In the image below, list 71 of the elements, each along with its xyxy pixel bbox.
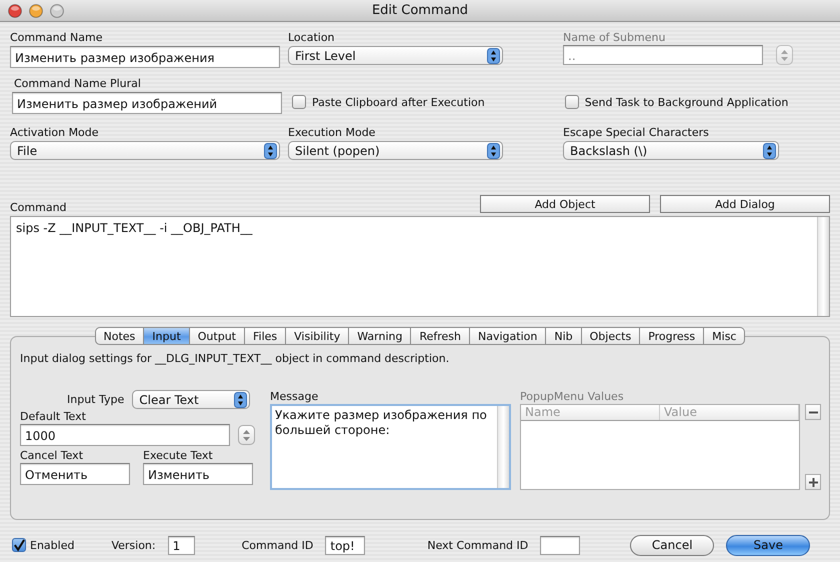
tab[interactable]: Refresh <box>411 327 470 345</box>
field-label: Next Command ID <box>427 538 528 552</box>
text-field[interactable]: top! <box>325 536 366 554</box>
tab[interactable]: Notes <box>94 327 144 345</box>
tab[interactable]: Misc <box>704 327 746 345</box>
text-field[interactable]: Изменить размер изображения <box>10 46 280 68</box>
text-field[interactable]: Изменить <box>143 463 253 485</box>
window-title: Edit Command <box>370 3 470 18</box>
up-down-arrows-icon <box>487 48 500 64</box>
tab[interactable]: Input <box>144 327 190 345</box>
checkbox[interactable] <box>292 95 306 109</box>
up-down-arrows-icon <box>234 392 248 408</box>
field-label: Escape Special Characters <box>563 125 710 140</box>
up-down-arrows-icon <box>264 142 277 158</box>
up-down-arrows-icon <box>243 430 250 440</box>
up-down-arrows-icon <box>763 142 776 158</box>
field-label: Name of Submenu <box>563 30 666 45</box>
text-field[interactable]: 1 <box>168 536 195 554</box>
field-label: Cancel Text <box>20 448 84 463</box>
command-field[interactable]: sips -Z __INPUT_TEXT__ -i __OBJ_PATH__ <box>10 216 830 317</box>
field-label: Default Text <box>20 409 87 424</box>
description-text: Input dialog settings for __DLG_INPUT_TEXT__ object in command description. <box>20 351 450 367</box>
add-button[interactable]: Add Object <box>480 195 650 213</box>
checkbox-label: Send Task to Background Application <box>584 96 788 108</box>
add-button[interactable]: Add Dialog <box>660 195 830 213</box>
field-label: Execute Text <box>143 448 214 463</box>
field-label: Input Type <box>67 392 124 406</box>
field-label: Execution Mode <box>288 125 376 140</box>
tab[interactable]: Warning <box>349 327 412 345</box>
tab[interactable]: Output <box>190 327 245 345</box>
checkmark-icon <box>13 538 25 552</box>
tab[interactable]: Visibility <box>286 327 350 345</box>
text-field[interactable]: Изменить размер изображений <box>12 92 282 114</box>
tab[interactable]: Progress <box>640 327 704 345</box>
checkbox-label: Paste Clipboard after Execution <box>312 96 485 108</box>
tab[interactable]: Nib <box>546 327 582 345</box>
up-down-arrows-icon <box>781 50 788 60</box>
remove-button[interactable] <box>805 404 821 420</box>
field-label: Message <box>270 389 320 404</box>
stepper[interactable] <box>776 45 793 65</box>
scrollbar[interactable] <box>817 217 829 316</box>
field-label: Version: <box>111 538 156 552</box>
dialog-button[interactable]: Cancel <box>630 534 714 556</box>
popup-button[interactable]: File <box>10 141 280 160</box>
text-field[interactable] <box>540 536 580 554</box>
field-label: Command Name Plural <box>13 76 142 91</box>
field-label: Activation Mode <box>10 125 100 140</box>
field-label: Command Name <box>10 30 104 45</box>
checkbox[interactable] <box>12 538 26 552</box>
checkbox-label: Enabled <box>30 538 74 552</box>
up-down-arrows-icon <box>487 142 500 158</box>
text-field[interactable]: 1000 <box>20 424 230 446</box>
stepper[interactable] <box>238 425 255 445</box>
tab[interactable]: Objects <box>582 327 640 345</box>
tab[interactable]: Files <box>244 327 286 345</box>
field-label: PopupMenu Values <box>520 389 625 404</box>
scrollbar[interactable] <box>497 406 509 488</box>
popup-button[interactable]: Backslash (\) <box>563 141 779 160</box>
checkbox[interactable] <box>564 95 579 109</box>
popup-button[interactable]: Clear Text <box>132 390 250 409</box>
text-field[interactable]: Отменить <box>20 463 130 485</box>
field-label: Command ID <box>242 538 314 552</box>
add-button[interactable] <box>805 474 821 490</box>
field-label: Location <box>288 30 336 45</box>
popup-button[interactable]: First Level <box>288 46 503 65</box>
dialog-button[interactable]: Save <box>726 534 810 556</box>
popup-button[interactable]: Silent (popen) <box>288 141 503 160</box>
message-field[interactable]: Укажите размер изображения по большей стороне: <box>270 404 511 490</box>
field-label: Command <box>10 200 67 215</box>
plus-icon <box>808 478 818 486</box>
tab[interactable]: Navigation <box>470 327 546 345</box>
